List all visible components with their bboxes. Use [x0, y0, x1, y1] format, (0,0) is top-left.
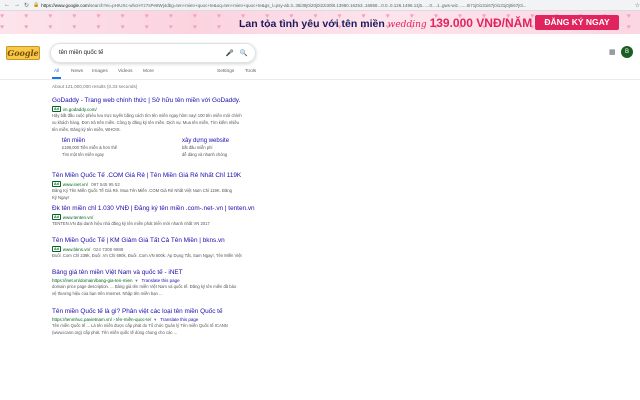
microphone-icon[interactable]: 🎤	[226, 49, 234, 57]
sitelink-desc: bắt đầu miễn phí	[182, 145, 213, 150]
search-input[interactable]: tên miền quốc tế	[59, 50, 226, 56]
result-snippet-line: Tên miền Quốc tế ... Là tên miền được cấ…	[52, 323, 228, 328]
result-url-line: Ad vn.godaddy.com/	[52, 106, 352, 112]
result-url: www.tenten.vn/	[62, 214, 94, 220]
ad-badge: Ad	[52, 246, 61, 252]
result-snippet-line: tên miền, Đăng ký tên miền, WHOIS.	[52, 127, 121, 132]
search-tabs: All News Images Videos More Settings Too…	[0, 64, 640, 80]
search-result: GoDaddy - Trang web chính thức | Sở hữu …	[52, 97, 352, 133]
search-box[interactable]: tên miền quốc tế 🎤 🔍	[50, 43, 256, 63]
tab-more[interactable]: More	[143, 69, 154, 74]
sitelink-desc: Tìm một tên miền ngay	[62, 151, 104, 157]
active-tab-indicator	[52, 77, 61, 79]
url-dropdown-icon[interactable]: ▼	[135, 278, 139, 283]
banner-price: 139.000 VNĐ/NĂM	[429, 16, 533, 30]
sitelink-title[interactable]: xây dựng website	[182, 138, 292, 144]
search-result: Đk tên miền chỉ 1.030 VNĐ | Đăng ký tên …	[52, 205, 352, 227]
url-path: /search?ei=pHIUXc-whcHYz7sPe8Wj4dbg=ten+…	[88, 2, 527, 8]
result-snippet-line: xu khách hàng. Đơn trả trên miền. Công t…	[52, 120, 240, 125]
banner-text: Lan tỏa tình yêu với tên miền	[239, 18, 385, 30]
sitelink: tên miền £198,000 Tiền miễn & hơn thế Tì…	[62, 138, 172, 157]
back-icon[interactable]: ←	[4, 2, 10, 8]
account-avatar[interactable]: B	[621, 46, 633, 58]
reload-icon[interactable]: ↻	[24, 2, 29, 9]
result-title-link[interactable]: Đk tên miền chỉ 1.030 VNĐ | Đăng ký tên …	[52, 205, 352, 212]
url-text[interactable]: https://www.google.com/search?ei=pHIUXc-…	[41, 3, 630, 8]
banner-register-button[interactable]: ĐĂNG KÝ NGAY	[535, 15, 619, 30]
result-url-line: https://tenmhuc.pavietnam.vn/ › tên-miền…	[52, 317, 352, 322]
result-url-line: Ad www.inet.vn/ 097 545 95 52	[52, 181, 352, 187]
result-url: https://inet.vn/domain/bang-gia-ten-mien	[52, 278, 133, 283]
result-url: www.inet.vn/	[62, 181, 89, 187]
search-result: Tên Miền Quốc Tế | KM Giảm Giá Tất Cả Tê…	[52, 237, 352, 259]
forward-icon[interactable]: →	[14, 2, 20, 8]
result-url-line: Ad www.bkns.vn/ 024 7308 9988	[52, 246, 352, 252]
result-snippet-line: Hãy bắt đầu cuộc phiêu lưu trực tuyến bằ…	[52, 113, 242, 118]
sitelink-desc: £198,000 Tiền miễn & hơn thế	[62, 145, 118, 150]
result-stats: About 121,000,000 results (0.33 seconds)	[52, 84, 138, 89]
tab-images[interactable]: Images	[92, 69, 108, 74]
translate-link[interactable]: Translate this page	[142, 278, 180, 283]
url-host: https://www.google.com	[41, 2, 89, 8]
result-url-line: Ad www.tenten.vn/	[52, 214, 352, 220]
result-title-link[interactable]: Tên Miền Quốc Tế | KM Giảm Giá Tất Cả Tê…	[52, 237, 352, 244]
translate-link[interactable]: Translate this page	[160, 317, 198, 322]
tab-videos[interactable]: Videos	[118, 69, 133, 74]
result-snippet-line: vệ thương hiệu của bạn trên Internet. Nh…	[52, 291, 163, 296]
result-phone[interactable]: 097 545 95 52	[91, 182, 120, 187]
result-title-link[interactable]: Bảng giá tên miền Việt Nam và quốc tế - …	[52, 269, 352, 276]
sitelink: xây dựng website bắt đầu miễn phí dễ dàn…	[182, 138, 292, 157]
result-title-link[interactable]: GoDaddy - Trang web chính thức | Sở hữu …	[52, 97, 352, 104]
result-title-link[interactable]: Tên miền Quốc tế là gì? Phân việt các lo…	[52, 308, 352, 315]
ad-banner[interactable]: ♥ ♥ ♥ ♥ ♥ ♥ ♥ ♥ ♥ ♥ ♥ ♥ ♥ ♥ ♥ ♥ ♥ ♥ ♥ ♥ …	[0, 11, 640, 34]
ad-badge: Ad	[52, 214, 61, 220]
result-title-link[interactable]: Tên Miền Quốc Tế .COM Giá Rẻ | Tên Miền …	[52, 172, 352, 179]
sitelink-desc: dễ dàng và nhanh chóng	[182, 151, 228, 157]
lock-icon: 🔒	[33, 2, 40, 8]
url-dropdown-icon[interactable]: ▼	[153, 317, 157, 322]
search-result: Tên Miền Quốc Tế .COM Giá Rẻ | Tên Miền …	[52, 172, 352, 201]
apps-grid-icon[interactable]: ▦	[609, 48, 616, 56]
tab-news[interactable]: News	[71, 69, 83, 74]
google-logo[interactable]: Google	[6, 46, 40, 60]
banner-headline: Lan tỏa tình yêu với tên miền wedding 13…	[239, 16, 532, 30]
result-snippet-line: Đăng Ký Tên Miền Quốc Tế Giá Rẻ. Mua Tên…	[52, 188, 232, 193]
result-snippet-line: TENTEN.VN đại danh hiệu nhà đăng ký tên …	[52, 221, 210, 226]
result-url: vn.godaddy.com/	[62, 106, 97, 112]
result-snippet-line: (www.icann.org) cấp phát. Tên miền quốc …	[52, 330, 178, 335]
result-url: https://tenmhuc.pavietnam.vn/ › tên-miền…	[52, 317, 152, 322]
ad-badge: Ad	[52, 106, 61, 112]
bookmark-star-icon[interactable]: ☆	[635, 2, 640, 9]
tab-all[interactable]: All	[54, 69, 59, 74]
banner-script-word: wedding	[387, 20, 427, 30]
browser-address-bar[interactable]: ← → ↻ 🔒 https://www.google.com/search?ei…	[0, 0, 640, 11]
tab-tools[interactable]: Tools	[245, 69, 256, 74]
result-url: www.bkns.vn/	[62, 246, 91, 252]
search-result: Bảng giá tên miền Việt Nam và quốc tế - …	[52, 269, 352, 297]
tab-settings[interactable]: Settings	[217, 69, 234, 74]
search-result: Tên miền Quốc tế là gì? Phân việt các lo…	[52, 308, 352, 336]
search-icon[interactable]: 🔍	[240, 49, 248, 57]
result-snippet-line: Ký Ngay!	[52, 195, 69, 200]
ad-badge: Ad	[52, 181, 61, 187]
result-phone[interactable]: 024 7308 9988	[93, 247, 123, 252]
result-url-line: https://inet.vn/domain/bang-gia-ten-mien…	[52, 278, 352, 283]
result-snippet-line: Đuôi .Com Chỉ 239k, Đuôi .Vn Chỉ 690k, Đ…	[52, 253, 242, 258]
result-snippet-line: domain price page description. ... Bảng …	[52, 284, 237, 289]
sitelink-title[interactable]: tên miền	[62, 138, 172, 144]
